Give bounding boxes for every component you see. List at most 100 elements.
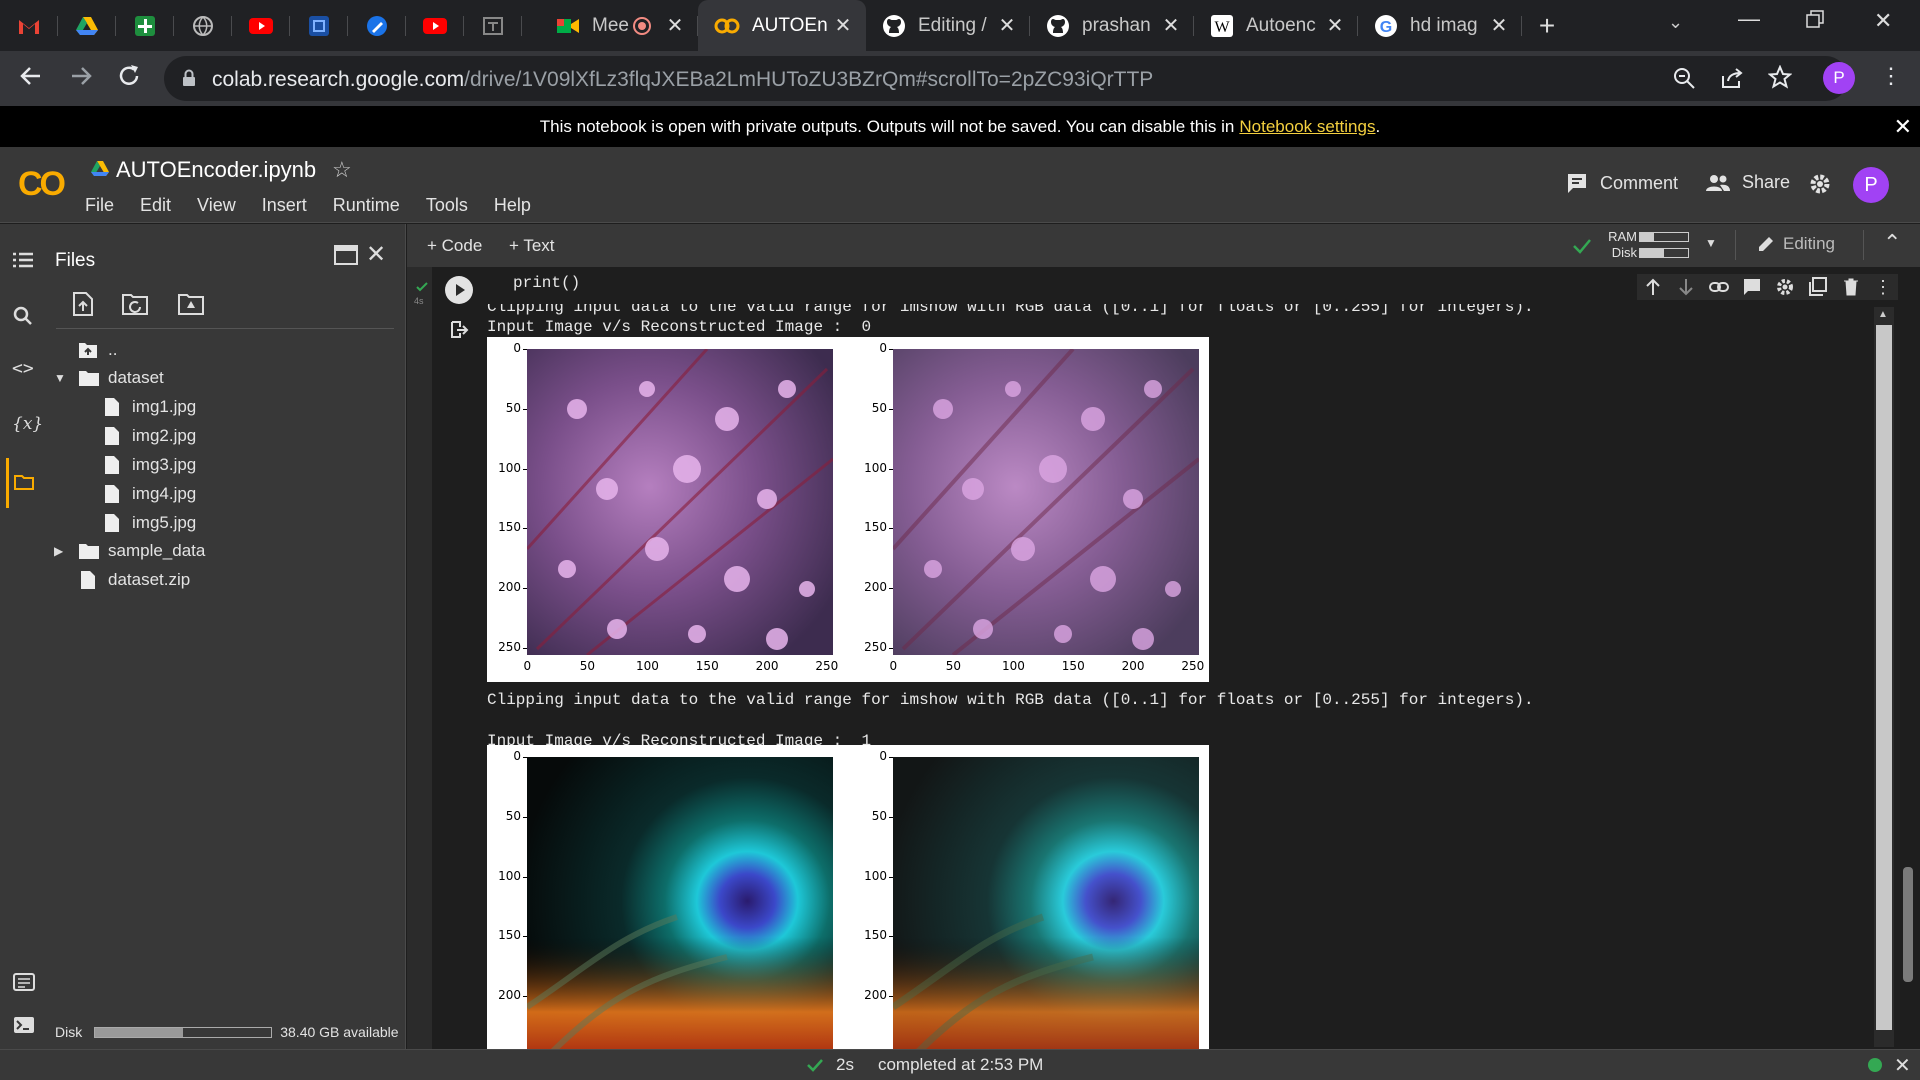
close-window-button[interactable]: ✕ <box>1874 8 1892 34</box>
browser-menu-icon[interactable]: ⋮ <box>1880 63 1902 89</box>
pinned-tab-youtube[interactable] <box>232 0 290 51</box>
resource-labels[interactable]: RAM Disk <box>1599 229 1637 261</box>
page-scrollbar-thumb[interactable] <box>1903 867 1913 982</box>
terminal-icon[interactable] <box>13 1016 35 1034</box>
star-icon[interactable]: ☆ <box>332 157 352 183</box>
upload-file-icon[interactable] <box>72 292 94 316</box>
variables-icon[interactable]: {x} <box>12 414 43 434</box>
pinned-tab-edit[interactable] <box>348 0 406 51</box>
tab-github-editing[interactable]: Editing / ✕ <box>866 0 1030 51</box>
tree-item-file[interactable]: img3.jpg <box>104 455 196 475</box>
editing-mode-button[interactable]: Editing <box>1757 234 1835 254</box>
profile-avatar[interactable]: P <box>1823 62 1855 94</box>
expanded-caret-icon[interactable]: ▼ <box>54 371 68 385</box>
output-scrollbar[interactable]: ▲ <box>1874 307 1894 1047</box>
add-text-button[interactable]: + Text <box>509 236 555 256</box>
add-code-button[interactable]: + Code <box>427 236 482 256</box>
pinned-tab-text[interactable] <box>464 0 522 51</box>
tree-item-file[interactable]: img2.jpg <box>104 426 196 446</box>
tree-item-dataset[interactable]: ▼ dataset <box>54 368 164 388</box>
table-of-contents-icon[interactable] <box>13 252 33 268</box>
restore-button[interactable] <box>1806 10 1824 28</box>
mount-drive-icon[interactable] <box>178 293 204 315</box>
menu-help[interactable]: Help <box>494 195 531 216</box>
x-tick-label: 100 <box>1002 659 1025 673</box>
forward-button[interactable] <box>68 63 94 89</box>
notebook-title[interactable]: AUTOEncoder.ipynb <box>116 157 316 183</box>
close-tab-icon[interactable]: ✕ <box>666 13 684 38</box>
share-button[interactable]: Share <box>1706 172 1790 193</box>
reload-button[interactable] <box>116 63 142 89</box>
code-snippets-icon[interactable]: <> <box>12 358 34 379</box>
tab-meet[interactable]: Mee ✕ <box>540 0 698 51</box>
close-tab-icon[interactable]: ✕ <box>834 13 852 38</box>
menu-file[interactable]: File <box>85 195 114 216</box>
close-status-icon[interactable]: ✕ <box>1894 1053 1911 1078</box>
link-icon[interactable] <box>1709 277 1729 297</box>
tab-search-chevron-icon[interactable]: ⌄ <box>1668 12 1683 33</box>
close-tab-icon[interactable]: ✕ <box>998 13 1016 38</box>
minimize-button[interactable]: — <box>1738 6 1760 32</box>
file-icon <box>105 427 119 445</box>
pinned-tab-web[interactable] <box>174 0 232 51</box>
collapse-header-icon[interactable]: ⌃ <box>1883 230 1901 256</box>
move-up-icon[interactable] <box>1643 277 1663 297</box>
menu-edit[interactable]: Edit <box>140 195 171 216</box>
tab-github-prashan[interactable]: prashan ✕ <box>1030 0 1194 51</box>
pinned-tab-app[interactable] <box>290 0 348 51</box>
google-icon: G <box>1375 14 1397 37</box>
tab-colab[interactable]: AUTOEn ✕ <box>698 0 866 51</box>
scroll-up-icon[interactable]: ▲ <box>1878 309 1888 320</box>
pinned-tab-youtube-2[interactable] <box>406 0 464 51</box>
folder-icon[interactable] <box>14 474 34 490</box>
pinned-tab-gmail[interactable] <box>0 0 58 51</box>
menu-view[interactable]: View <box>197 195 236 216</box>
output-text: Clipping input data to the valid range f… <box>487 691 1534 709</box>
move-down-icon[interactable] <box>1676 277 1696 297</box>
account-avatar[interactable]: P <box>1853 167 1889 203</box>
new-tab-button[interactable]: + <box>1522 0 1572 51</box>
output-actions-icon[interactable] <box>449 321 469 339</box>
tab-google[interactable]: G hd imag ✕ <box>1358 0 1522 51</box>
tree-item-file[interactable]: img1.jpg <box>104 397 196 417</box>
runtime-dropdown-icon[interactable]: ▼ <box>1705 236 1717 250</box>
notebook-settings-link[interactable]: Notebook settings <box>1239 117 1375 137</box>
menu-tools[interactable]: Tools <box>426 195 468 216</box>
close-banner-icon[interactable]: ✕ <box>1894 114 1912 140</box>
address-bar[interactable]: colab.research.google.com/drive/1V09lXfL… <box>164 56 1848 101</box>
tree-item-file[interactable]: img5.jpg <box>104 513 196 533</box>
menu-insert[interactable]: Insert <box>262 195 307 216</box>
tree-item-parent[interactable]: .. <box>78 340 117 360</box>
pinned-tab-sheets[interactable] <box>116 0 174 51</box>
scrollbar-thumb[interactable] <box>1876 325 1892 1030</box>
back-button[interactable] <box>18 63 44 89</box>
pinned-tab-drive[interactable] <box>58 0 116 51</box>
collapsed-caret-icon[interactable]: ▶ <box>54 544 68 558</box>
zoom-icon[interactable] <box>1672 66 1696 90</box>
close-tab-icon[interactable]: ✕ <box>1490 13 1508 38</box>
execution-status[interactable]: 2s completed at 2:53 PM <box>806 1055 1043 1075</box>
comment-button[interactable]: Comment <box>1566 172 1678 194</box>
search-icon[interactable] <box>13 306 33 326</box>
run-cell-button[interactable] <box>445 276 473 304</box>
settings-gear-icon[interactable] <box>1808 172 1832 196</box>
colab-logo[interactable]: CO <box>18 165 66 204</box>
close-tab-icon[interactable]: ✕ <box>1162 13 1180 38</box>
share-page-icon[interactable] <box>1720 66 1744 90</box>
comment-icon[interactable] <box>1742 277 1762 297</box>
menu-runtime[interactable]: Runtime <box>333 195 400 216</box>
tree-item-file[interactable]: img4.jpg <box>104 484 196 504</box>
close-panel-icon[interactable]: ✕ <box>366 240 386 269</box>
more-options-icon[interactable]: ⋮ <box>1874 277 1892 298</box>
bookmark-star-icon[interactable] <box>1768 65 1792 89</box>
delete-icon[interactable] <box>1841 277 1861 297</box>
refresh-folder-icon[interactable] <box>122 293 148 315</box>
close-tab-icon[interactable]: ✕ <box>1326 13 1344 38</box>
tab-wikipedia[interactable]: W Autoenc ✕ <box>1194 0 1358 51</box>
tree-item-sample-data[interactable]: ▶ sample_data <box>54 541 205 561</box>
tree-item-file[interactable]: dataset.zip <box>80 570 190 590</box>
open-in-window-icon[interactable] <box>334 245 358 265</box>
cell-settings-icon[interactable] <box>1775 277 1795 297</box>
mirror-cell-icon[interactable] <box>1808 277 1828 297</box>
command-palette-icon[interactable] <box>13 973 35 991</box>
